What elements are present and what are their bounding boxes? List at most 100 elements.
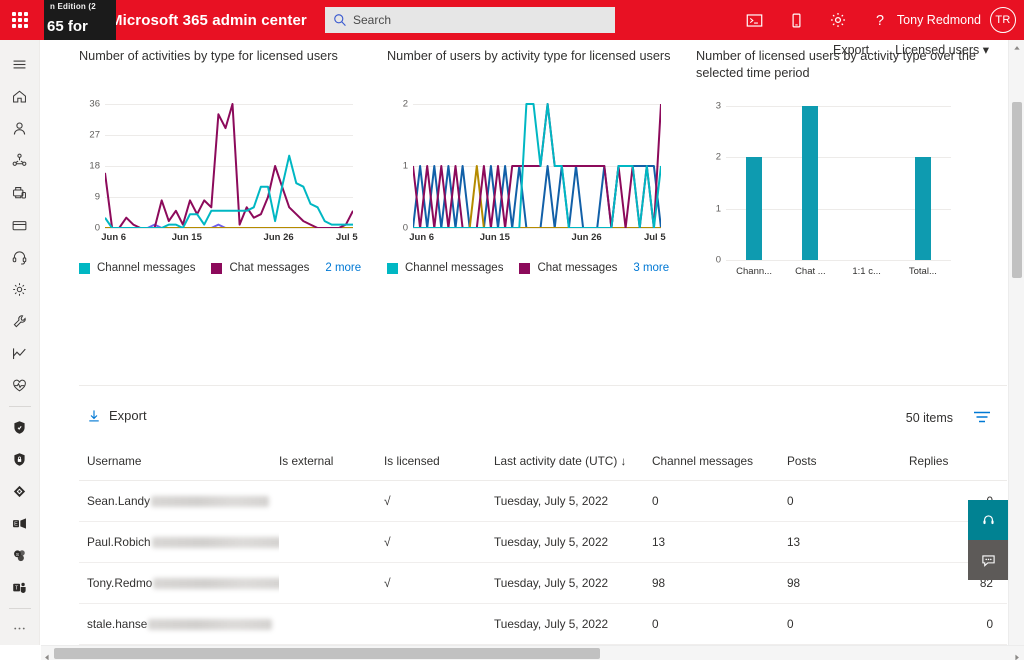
gear-icon[interactable] <box>828 10 848 30</box>
legend-swatch-channel-messages <box>79 262 90 274</box>
table-row[interactable]: Sean.Landy√Tuesday, July 5, 2022000 <box>79 480 1007 522</box>
column-header-channel-messages[interactable]: Channel messages <box>652 444 787 481</box>
cell-channel-messages: 0 <box>652 603 787 645</box>
legend-more-link[interactable]: 3 more <box>633 262 669 274</box>
x-axis-tick-label: Jun 6 <box>409 232 435 243</box>
scroll-right-arrow-icon[interactable] <box>1013 649 1021 660</box>
table-header: Username Is external Is licensed Last ac… <box>79 444 1007 481</box>
sidebar-item-users[interactable] <box>0 112 40 144</box>
vertical-scrollbar-thumb[interactable] <box>1012 102 1022 278</box>
sidebar-item-hamburger-menu[interactable] <box>0 48 40 80</box>
column-header-posts[interactable]: Posts <box>787 444 909 481</box>
sidebar-item-devices[interactable] <box>0 177 40 209</box>
search-input[interactable]: Search <box>325 7 615 33</box>
x-axis-tick-label: Chat ... <box>795 266 826 277</box>
console-icon[interactable] <box>744 10 764 30</box>
cell-is-licensed: √ <box>384 562 494 604</box>
chart-title: Number of licensed users by activity typ… <box>696 49 976 81</box>
cell-channel-messages: 13 <box>652 521 787 563</box>
chart-plot-area: 0 1 2 3 Chann... Chat ... 1:1 c... Total... <box>716 98 951 277</box>
legend-more-link[interactable]: 2 more <box>325 262 361 274</box>
export-button[interactable]: Export <box>87 408 147 423</box>
cell-last-activity-date: Tuesday, July 5, 2022 <box>494 603 652 645</box>
x-axis-tick-label: Jul 5 <box>643 232 666 243</box>
horizontal-scrollbar[interactable] <box>41 645 1024 660</box>
svg-text:?: ? <box>876 13 884 29</box>
sidebar-item-home[interactable] <box>0 80 40 112</box>
cell-is-licensed: √ <box>384 521 494 563</box>
sidebar-item-billing[interactable] <box>0 209 40 241</box>
overlay-text-line1: n Edition (2 <box>50 2 96 11</box>
help-icon[interactable]: ? <box>870 10 890 30</box>
sidebar-item-support[interactable] <box>0 241 40 273</box>
sidebar-item-reports[interactable] <box>0 338 40 370</box>
table-row[interactable]: Tony.Redmo √ Tuesday, July 5, 2022 98 98 82 <box>79 562 1007 604</box>
sidebar-item-sharepoint[interactable]: S <box>0 540 40 572</box>
scroll-up-arrow-icon[interactable] <box>1009 40 1024 56</box>
cell-posts: 13 <box>787 521 909 563</box>
chart-legend: Channel messages Chat messages 2 more <box>79 262 379 274</box>
table-row[interactable]: stale.hanse Tuesday, July 5, 2022 0 0 0 <box>79 603 1007 645</box>
column-header-replies[interactable]: Replies <box>909 444 1007 481</box>
sidebar: E S T <box>0 40 40 645</box>
redacted-username-mask <box>153 578 279 590</box>
horizontal-scrollbar-thumb[interactable] <box>54 648 600 659</box>
chart-title: Number of users by activity type for lic… <box>387 49 671 63</box>
cell-last-activity-date: Tuesday, July 5, 2022 <box>494 521 652 563</box>
y-axis-tick-label: 0 <box>715 254 721 266</box>
column-header-is-licensed[interactable]: Is licensed <box>384 444 494 481</box>
column-header-last-activity-date[interactable]: Last activity date (UTC) ↓ <box>494 444 652 481</box>
legend-swatch-chat-messages <box>211 262 223 274</box>
x-axis-tick-label: Jun 26 <box>263 232 294 243</box>
overlay-text-line2: 65 for <box>47 18 88 35</box>
sidebar-item-endpoint-manager[interactable] <box>0 475 40 507</box>
y-axis-tick-label: 2 <box>715 151 721 163</box>
legend-label-chat-messages: Chat messages <box>537 262 618 274</box>
x-axis-tick-label: Jul 5 <box>335 232 358 243</box>
redacted-username-mask <box>150 496 269 508</box>
chart-licensed-users-by-activity-type: Number of licensed users by activity typ… <box>696 48 996 286</box>
x-axis-tick-label: Jun 15 <box>479 232 510 243</box>
account-manager[interactable]: Tony Redmond TR <box>897 0 1016 40</box>
legend-label-channel-messages: Channel messages <box>97 262 196 274</box>
legend-label-channel-messages: Channel messages <box>405 262 504 274</box>
sidebar-item-teams-groups[interactable] <box>0 145 40 177</box>
sidebar-item-setup[interactable] <box>0 306 40 338</box>
y-axis-tick-label: 18 <box>89 160 100 172</box>
page-title[interactable]: Microsoft 365 admin center <box>110 0 307 40</box>
sidebar-item-security[interactable] <box>0 411 40 443</box>
admin-center-window: n Edition (2 65 for Microsoft 365 admin … <box>0 0 1024 660</box>
sidebar-item-show-all[interactable] <box>0 613 40 645</box>
app-launcher-button[interactable] <box>0 0 40 40</box>
sidebar-item-exchange[interactable]: E <box>0 507 40 539</box>
mobile-icon[interactable] <box>786 10 806 30</box>
legend-swatch-chat-messages <box>519 262 531 274</box>
feedback-button[interactable] <box>968 540 1008 580</box>
chart-title: Number of activities by type for license… <box>79 49 338 63</box>
x-axis-tick-label: Chann... <box>736 266 773 277</box>
y-axis-tick-label: 1 <box>715 203 721 215</box>
x-axis-tick-label: Jun 6 <box>101 232 127 243</box>
help-support-button[interactable] <box>968 500 1008 540</box>
sidebar-item-settings[interactable] <box>0 273 40 305</box>
chart-plot-area: 0 9 18 27 36 <box>89 98 353 234</box>
username-text: Tony.Redmo <box>87 576 153 590</box>
avatar[interactable]: TR <box>990 7 1016 33</box>
sidebar-item-teams[interactable]: T <box>0 572 40 604</box>
sidebar-item-compliance[interactable] <box>0 443 40 475</box>
search-icon <box>333 13 347 27</box>
scroll-left-arrow-icon[interactable] <box>43 649 51 660</box>
cell-username: Paul.Robich <box>79 521 279 563</box>
chart-series-group <box>413 103 661 228</box>
cell-is-external <box>279 603 384 645</box>
column-header-is-external[interactable]: Is external <box>279 444 384 481</box>
cell-channel-messages: 98 <box>652 562 787 604</box>
filter-icon[interactable] <box>973 410 991 424</box>
cell-is-licensed: √ <box>384 480 494 522</box>
sidebar-item-health[interactable] <box>0 370 40 402</box>
legend-label-chat-messages: Chat messages <box>229 262 310 274</box>
table-row[interactable]: Paul.Robich√Tuesday, July 5, 2022131313 <box>79 521 1007 563</box>
vertical-scrollbar[interactable] <box>1008 40 1024 645</box>
column-header-username[interactable]: Username <box>79 444 279 481</box>
table-toolbar: Export 50 items <box>79 386 1007 444</box>
